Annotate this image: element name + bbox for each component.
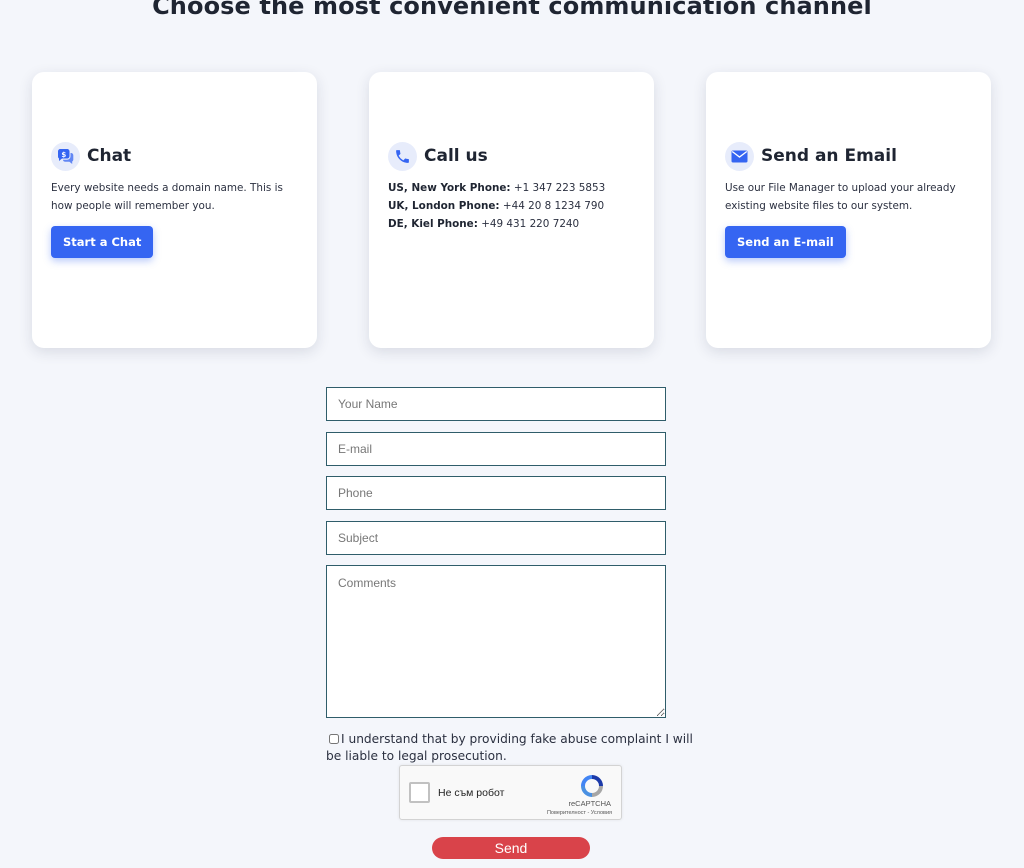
chat-bubbles-icon: $ xyxy=(51,141,80,171)
call-card-title: Call us xyxy=(424,146,488,166)
subject-input[interactable] xyxy=(326,520,666,555)
phone-label: US, New York Phone: xyxy=(388,182,511,194)
consent-row: I understand that by providing fake abus… xyxy=(326,731,706,765)
recaptcha-label: Не съм робот xyxy=(438,787,505,799)
phone-line-us: US, New York Phone: +1 347 223 5853 xyxy=(388,179,638,197)
phone-number: +49 431 220 7240 xyxy=(481,218,580,230)
consent-checkbox[interactable] xyxy=(329,734,339,744)
envelope-icon xyxy=(725,141,754,171)
recaptcha-checkbox[interactable] xyxy=(409,782,430,803)
email-card-title: Send an Email xyxy=(761,146,897,166)
send-email-button[interactable]: Send an E-mail xyxy=(725,226,846,258)
phone-number: +44 20 8 1234 790 xyxy=(502,200,605,212)
start-chat-button[interactable]: Start a Chat xyxy=(51,226,154,258)
phone-icon xyxy=(388,141,417,171)
phone-line-de: DE, Kiel Phone: +49 431 220 7240 xyxy=(388,215,638,233)
phone-label: UK, London Phone: xyxy=(388,200,500,212)
chat-card-title: Chat xyxy=(87,146,132,166)
page-title: Choose the most convenient communication… xyxy=(152,0,872,20)
comments-textarea[interactable] xyxy=(326,565,666,718)
phone-number: +1 347 223 5853 xyxy=(513,182,606,194)
chat-card: $ Chat Every website needs a domain name… xyxy=(32,72,317,348)
contact-form xyxy=(326,387,666,718)
call-card: Call us US, New York Phone: +1 347 223 5… xyxy=(369,72,654,348)
email-card-description: Use our File Manager to upload your alre… xyxy=(725,182,956,212)
recaptcha-privacy-terms-link[interactable]: Поверителност - Условия xyxy=(547,810,612,816)
recaptcha-widget: Не съм робот reCAPTCHA Поверителност - У… xyxy=(399,765,622,820)
phone-input[interactable] xyxy=(326,476,666,510)
send-button[interactable]: Send xyxy=(432,837,590,859)
phone-list: US, New York Phone: +1 347 223 5853 UK, … xyxy=(388,179,638,233)
email-input[interactable] xyxy=(326,431,666,466)
name-input[interactable] xyxy=(326,387,666,421)
phone-label: DE, Kiel Phone: xyxy=(388,218,478,230)
consent-text: I understand that by providing fake abus… xyxy=(326,732,693,763)
phone-line-uk: UK, London Phone: +44 20 8 1234 790 xyxy=(388,197,638,215)
chat-card-description: Every website needs a domain name. This … xyxy=(51,182,283,212)
svg-text:$: $ xyxy=(61,150,66,158)
email-card: Send an Email Use our File Manager to up… xyxy=(706,72,991,348)
recaptcha-brand: reCAPTCHA xyxy=(568,799,611,808)
